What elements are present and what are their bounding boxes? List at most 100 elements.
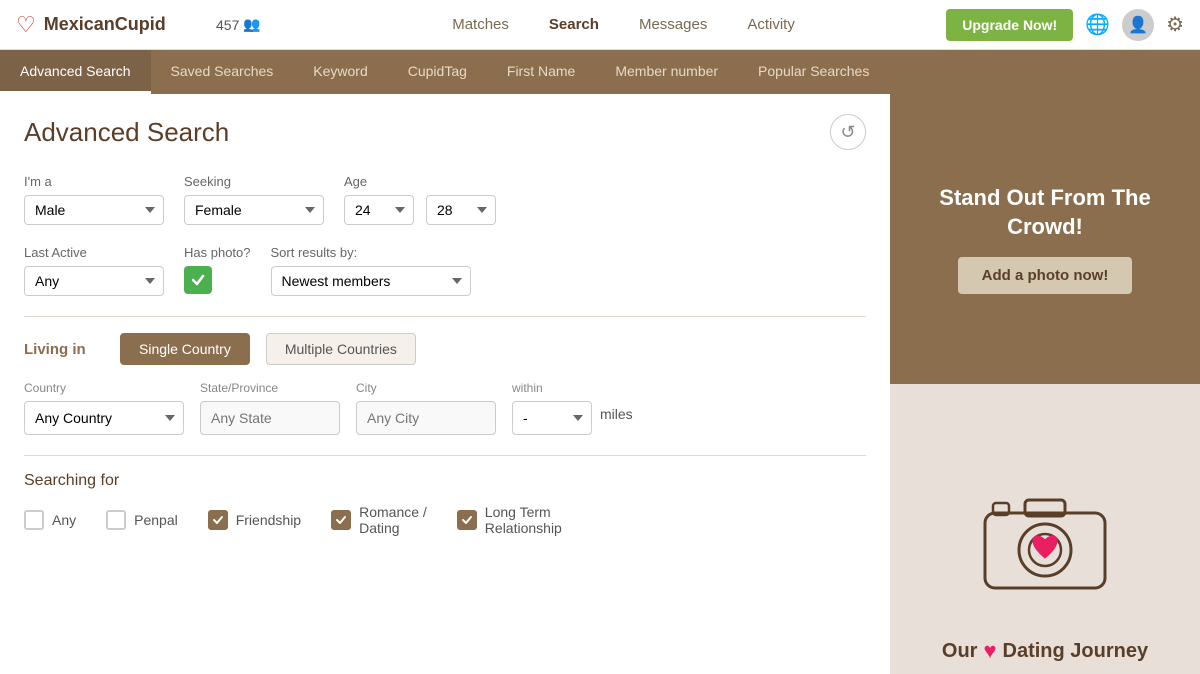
ad-headline: Stand Out From The Crowd! xyxy=(910,184,1180,241)
within-select[interactable]: - 25 50 100 200 xyxy=(512,401,592,435)
age-to-select[interactable]: 242628303540 xyxy=(426,195,496,225)
location-row: Country Any Country Mexico United States… xyxy=(24,381,866,435)
age-selects: 18202224262830 242628303540 xyxy=(344,195,496,225)
living-in-row: Living in Single Country Multiple Countr… xyxy=(24,333,866,365)
any-label: Any xyxy=(52,512,76,528)
top-nav: ♡ MexicanCupid 457 👥 Matches Search Mess… xyxy=(0,0,1200,50)
living-in-label: Living in xyxy=(24,341,104,358)
romance-checkbox-box xyxy=(331,510,351,530)
avatar[interactable]: 👤 xyxy=(1122,9,1154,41)
divider-1 xyxy=(24,316,866,317)
state-label: State/Province xyxy=(200,381,340,395)
reset-button[interactable]: ↺ xyxy=(830,114,866,150)
form-row-filters: Last Active Any Today This week This mon… xyxy=(24,245,866,296)
has-photo-checkbox[interactable] xyxy=(184,266,212,294)
last-active-group: Last Active Any Today This week This mon… xyxy=(24,245,164,296)
im-a-label: I'm a xyxy=(24,174,164,189)
ad-cta-button[interactable]: Add a photo now! xyxy=(958,257,1133,294)
nav-links: Matches Search Messages Activity xyxy=(301,16,946,33)
subnav-membernumber[interactable]: Member number xyxy=(595,50,738,94)
avatar-icon: 👤 xyxy=(1128,15,1148,35)
form-row-identity: I'm a Male Female Seeking Male Female An… xyxy=(24,174,866,225)
country-select[interactable]: Any Country Mexico United States Canada xyxy=(24,401,184,435)
logo-heart-icon: ♡ xyxy=(16,12,36,38)
state-input[interactable] xyxy=(200,401,340,435)
heart-pink-icon: ♥ xyxy=(983,638,996,664)
checkbox-longterm[interactable]: Long TermRelationship xyxy=(457,504,562,536)
last-active-select[interactable]: Any Today This week This month xyxy=(24,266,164,296)
subnav-saved-searches[interactable]: Saved Searches xyxy=(151,50,294,94)
sub-nav: Advanced Search Saved Searches Keyword C… xyxy=(0,50,1200,94)
search-title-row: Advanced Search ↺ xyxy=(24,114,866,150)
main-layout: Advanced Search ↺ I'm a Male Female Seek… xyxy=(0,94,1200,674)
searching-for-title: Searching for xyxy=(24,472,866,490)
search-panel: Advanced Search ↺ I'm a Male Female Seek… xyxy=(0,94,890,674)
logo: ♡ MexicanCupid xyxy=(16,12,196,38)
longterm-check-icon xyxy=(461,514,473,526)
age-label: Age xyxy=(344,174,496,189)
subnav-cupidtag[interactable]: CupidTag xyxy=(388,50,487,94)
has-photo-label: Has photo? xyxy=(184,245,251,260)
checkbox-any[interactable]: Any xyxy=(24,510,76,530)
subnav-keyword[interactable]: Keyword xyxy=(293,50,387,94)
ad-box-bottom: Our ♥ Dating Journey xyxy=(890,384,1200,674)
age-from-select[interactable]: 18202224262830 xyxy=(344,195,414,225)
within-label: within xyxy=(512,381,633,395)
nav-activity[interactable]: Activity xyxy=(747,16,795,33)
country-label: Country xyxy=(24,381,184,395)
camera-svg xyxy=(975,478,1115,598)
within-group: within - 25 50 100 200 miles xyxy=(512,381,633,435)
seeking-label: Seeking xyxy=(184,174,324,189)
journey-our: Our xyxy=(942,640,978,663)
multiple-countries-tab[interactable]: Multiple Countries xyxy=(266,333,416,365)
sort-select[interactable]: Newest members Oldest members Last activ… xyxy=(271,266,471,296)
checkbox-friendship[interactable]: Friendship xyxy=(208,510,301,530)
logo-text: MexicanCupid xyxy=(44,14,166,35)
users-icon: 👥 xyxy=(243,16,260,33)
globe-icon[interactable]: 🌐 xyxy=(1085,12,1110,37)
checkmark-icon xyxy=(191,273,205,287)
any-checkbox-box xyxy=(24,510,44,530)
checkbox-romance[interactable]: Romance /Dating xyxy=(331,504,427,536)
penpal-checkbox-box xyxy=(106,510,126,530)
subnav-popular[interactable]: Popular Searches xyxy=(738,50,889,94)
last-active-label: Last Active xyxy=(24,245,164,260)
friendship-label: Friendship xyxy=(236,512,301,528)
journey-label: Dating Journey xyxy=(1003,640,1149,663)
im-a-select[interactable]: Male Female xyxy=(24,195,164,225)
city-group: City xyxy=(356,381,496,435)
city-input[interactable] xyxy=(356,401,496,435)
page-title: Advanced Search xyxy=(24,117,229,148)
camera-illustration xyxy=(890,438,1200,638)
sort-label: Sort results by: xyxy=(271,245,471,260)
country-group: Country Any Country Mexico United States… xyxy=(24,381,184,435)
nav-search[interactable]: Search xyxy=(549,16,599,33)
nav-right: Upgrade Now! 🌐 👤 ⚙ xyxy=(946,9,1184,41)
friendship-check-icon xyxy=(212,514,224,526)
journey-text: Our ♥ Dating Journey xyxy=(942,638,1148,664)
notifications-count: 457 xyxy=(216,17,239,33)
subnav-firstname[interactable]: First Name xyxy=(487,50,595,94)
settings-icon[interactable]: ⚙ xyxy=(1166,12,1184,37)
ad-box-top: Stand Out From The Crowd! Add a photo no… xyxy=(890,94,1200,384)
longterm-label: Long TermRelationship xyxy=(485,504,562,536)
subnav-advanced-search[interactable]: Advanced Search xyxy=(0,50,151,94)
im-a-group: I'm a Male Female xyxy=(24,174,164,225)
notifications-badge[interactable]: 457 👥 xyxy=(216,16,261,33)
divider-2 xyxy=(24,455,866,456)
seeking-select[interactable]: Male Female Any xyxy=(184,195,324,225)
friendship-checkbox-box xyxy=(208,510,228,530)
sort-group: Sort results by: Newest members Oldest m… xyxy=(271,245,471,296)
checkbox-penpal[interactable]: Penpal xyxy=(106,510,178,530)
checkbox-row: Any Penpal Friendship xyxy=(24,504,866,536)
nav-messages[interactable]: Messages xyxy=(639,16,707,33)
city-label: City xyxy=(356,381,496,395)
longterm-checkbox-box xyxy=(457,510,477,530)
has-photo-group: Has photo? xyxy=(184,245,251,294)
single-country-tab[interactable]: Single Country xyxy=(120,333,250,365)
miles-label: miles xyxy=(600,406,633,422)
upgrade-button[interactable]: Upgrade Now! xyxy=(946,9,1073,41)
nav-matches[interactable]: Matches xyxy=(452,16,509,33)
state-group: State/Province xyxy=(200,381,340,435)
romance-label: Romance /Dating xyxy=(359,504,427,536)
